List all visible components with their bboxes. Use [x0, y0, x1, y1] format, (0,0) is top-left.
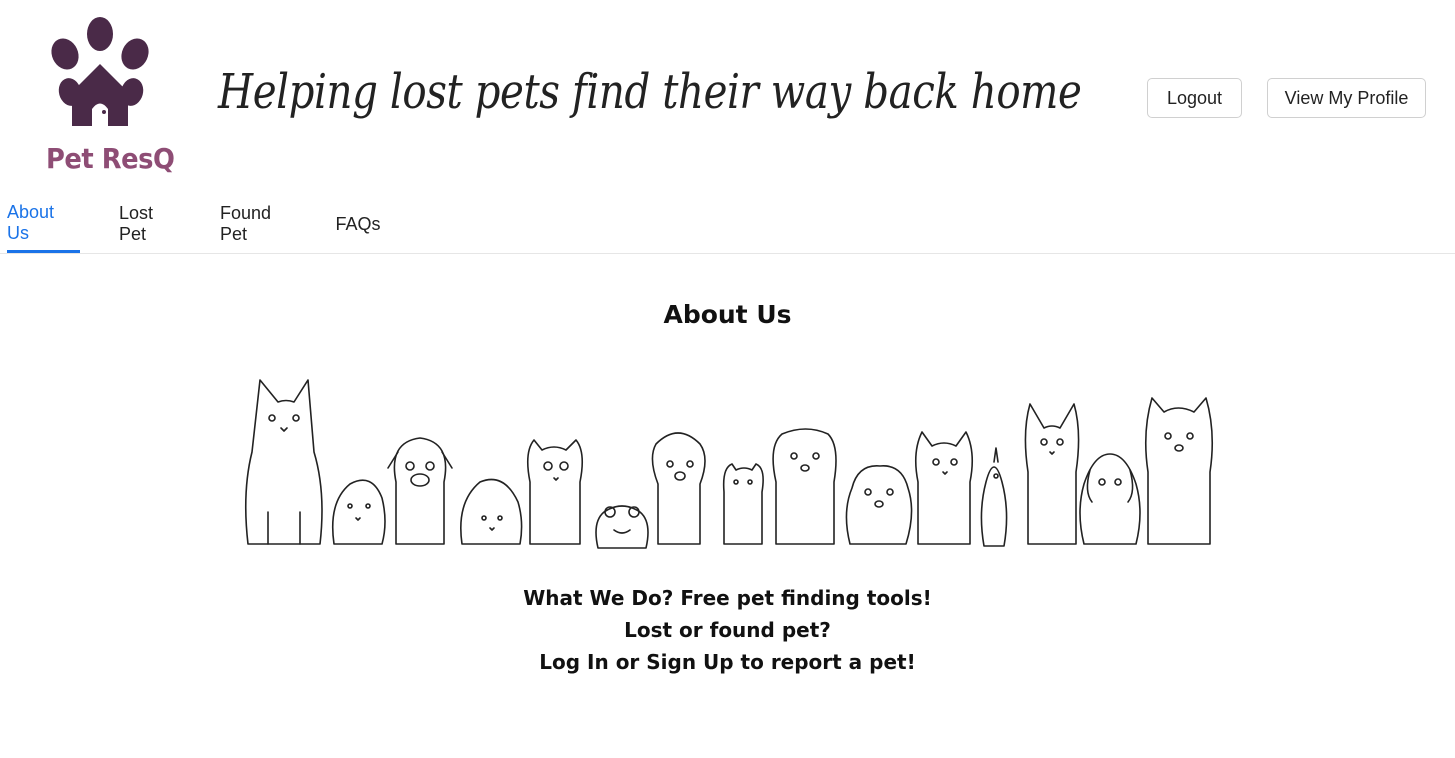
ferret-illustration [772, 428, 837, 545]
about-line: What We Do? Free pet finding tools! [523, 586, 932, 610]
tab-about-us[interactable]: About Us [7, 195, 80, 253]
guinea-pig-illustration [331, 479, 386, 545]
page-title: About Us [663, 300, 792, 329]
about-line: Log In or Sign Up to report a pet! [539, 650, 916, 674]
tagline: Helping lost pets find their way back ho… [218, 64, 1082, 120]
bird-illustration [980, 447, 1008, 547]
tab-lost-pet[interactable]: Lost Pet [119, 195, 181, 253]
tab-faqs[interactable]: FAQs [336, 195, 381, 253]
exotic-cat-illustration [526, 439, 584, 545]
chinchilla-illustration [845, 465, 913, 545]
pet-resq-logo[interactable]: Pet ResQ [40, 14, 175, 189]
cat-illustration [244, 379, 323, 545]
logo-text: Pet ResQ [46, 142, 175, 175]
about-line: Lost or found pet? [624, 618, 831, 642]
cat-2-illustration [914, 431, 974, 545]
about-text: What We Do? Free pet finding tools! Lost… [0, 583, 1455, 679]
hamster-illustration [722, 463, 764, 545]
shiba-dog-illustration [1144, 397, 1214, 545]
animals-lineup-illustration [238, 372, 1223, 554]
poodle-illustration [651, 432, 706, 545]
header: Pet ResQ Helping lost pets find their wa… [0, 0, 1455, 195]
logout-button[interactable]: Logout [1147, 78, 1242, 118]
rabbit-illustration [1079, 453, 1141, 545]
hedgehog-illustration [460, 478, 523, 545]
tab-found-pet[interactable]: Found Pet [220, 195, 299, 253]
pug-illustration [387, 437, 453, 545]
view-profile-button[interactable]: View My Profile [1267, 78, 1426, 118]
sphynx-cat-illustration [1024, 403, 1080, 545]
paw-house-icon [51, 17, 149, 126]
frog-illustration [595, 505, 649, 549]
nav-tabs: About Us Lost Pet Found Pet FAQs [0, 195, 1455, 254]
